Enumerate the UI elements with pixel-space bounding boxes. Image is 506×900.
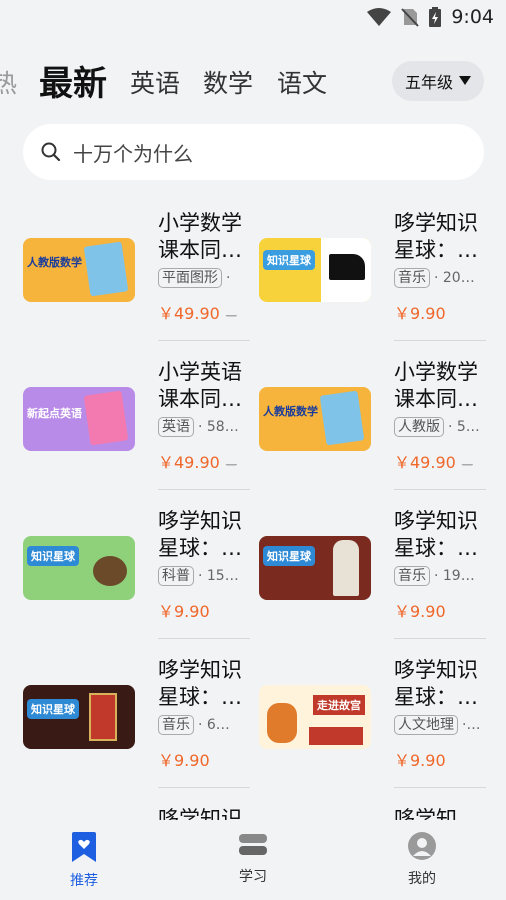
course-title: 哆学知识星球：… [394, 211, 478, 262]
course-title: 哆学知识星球：… [394, 658, 478, 709]
divider [158, 489, 250, 490]
tab-math[interactable]: 数学 [203, 64, 253, 100]
course-card[interactable]: 哆学知 [259, 794, 495, 820]
course-thumbnail: 知识星球 [23, 685, 135, 749]
course-thumbnail: 人教版数学 [259, 387, 371, 451]
course-thumbnail: 知识星球 [23, 536, 135, 600]
course-original-price: — [225, 458, 237, 471]
course-thumbnail: 新起点英语 [23, 387, 135, 451]
course-card[interactable]: 走进故宫 哆学知识星球：… 人文地理 ·… ￥9.90 [259, 645, 495, 793]
divider [158, 638, 250, 639]
course-card[interactable]: 哆学知识 [23, 794, 259, 820]
course-price: ￥9.90 [394, 602, 446, 621]
course-count: · 5… [448, 419, 480, 435]
course-title: 小学数学课本同… [158, 211, 242, 262]
divider [158, 340, 250, 341]
tab-english[interactable]: 英语 [130, 64, 180, 100]
course-tag: 人教版 [394, 417, 444, 437]
course-tag: 人文地理 [394, 715, 458, 735]
status-time: 9:04 [451, 6, 494, 28]
course-count: · 15… [198, 568, 239, 584]
nav-study[interactable]: 学习 [213, 832, 293, 886]
avatar-icon [408, 832, 436, 860]
bookmark-heart-icon [72, 832, 96, 862]
course-card[interactable]: 知识星球 哆学知识星球：… 音乐 · 20… ￥9.90 [259, 198, 495, 346]
course-tag: 音乐 [158, 715, 194, 735]
category-tabs: 热 最新 英语 数学 语文 五年级 [0, 52, 506, 104]
course-count: · 58… [198, 419, 239, 435]
course-card[interactable]: 人教版数学 小学数学课本同… 人教版 · 5… ￥49.90 — [259, 347, 495, 495]
course-original-price: — [225, 309, 237, 322]
nav-study-label: 学习 [239, 869, 267, 885]
course-tag: 音乐 [394, 566, 430, 586]
battery-icon [429, 7, 442, 27]
course-original-price: — [461, 458, 473, 471]
search-bar[interactable]: 十万个为什么 [23, 124, 484, 180]
course-count: · 6… [198, 717, 230, 733]
course-tag: 英语 [158, 417, 194, 437]
nav-recommend-label: 推荐 [70, 873, 98, 889]
course-card[interactable]: 知识星球 哆学知识星球：… 音乐 · 19… ￥9.90 [259, 496, 495, 644]
course-price: ￥9.90 [158, 751, 210, 770]
status-icons: 9:04 [367, 6, 494, 28]
books-icon [239, 834, 267, 855]
course-grid: 人教版数学 小学数学课本同… 平面图形 · ￥49.90 — 知识星球 哆学知识星球… [0, 198, 506, 820]
course-tag: 科普 [158, 566, 194, 586]
course-title: 哆学知识星球：… [158, 509, 242, 560]
nav-profile-label: 我的 [408, 871, 436, 887]
course-title: 哆学知识星球：… [394, 509, 478, 560]
caret-down-icon [459, 76, 471, 85]
tab-chinese[interactable]: 语文 [277, 64, 327, 100]
course-thumbnail: 知识星球 [259, 238, 371, 302]
grade-label: 五年级 [404, 73, 453, 92]
tab-hot[interactable]: 热 [0, 64, 17, 100]
wifi-icon [367, 8, 392, 26]
course-tag: 平面图形 [158, 268, 222, 288]
course-title: 哆学知识 [158, 807, 242, 820]
search-placeholder: 十万个为什么 [73, 141, 193, 166]
course-price: ￥49.90 [394, 453, 456, 472]
nav-profile[interactable]: 我的 [382, 832, 462, 888]
status-bar: 9:04 [0, 0, 506, 34]
tab-latest[interactable]: 最新 [39, 56, 107, 105]
course-price: ￥9.90 [394, 751, 446, 770]
no-sim-icon [401, 8, 420, 27]
course-title: 小学数学课本同… [394, 360, 478, 411]
course-title: 哆学知识星球：… [158, 658, 242, 709]
grade-selector-button[interactable]: 五年级 [392, 61, 484, 101]
course-card[interactable]: 新起点英语 小学英语课本同… 英语 · 58… ￥49.90 — [23, 347, 259, 495]
course-count: · 20… [434, 270, 475, 286]
course-price: ￥9.90 [158, 602, 210, 621]
course-thumbnail: 走进故宫 [259, 685, 371, 749]
course-thumbnail: 人教版数学 [23, 238, 135, 302]
course-card[interactable]: 人教版数学 小学数学课本同… 平面图形 · ￥49.90 — [23, 198, 259, 346]
divider [158, 787, 250, 788]
course-card[interactable]: 知识星球 哆学知识星球：… 科普 · 15… ￥9.90 [23, 496, 259, 644]
bottom-navigation: 推荐 学习 我的 [0, 822, 506, 900]
course-count: · 19… [434, 568, 475, 584]
course-title: 小学英语课本同… [158, 360, 242, 411]
course-count: ·… [462, 717, 481, 733]
course-count: · [226, 270, 231, 286]
search-icon [41, 142, 61, 162]
course-card[interactable]: 知识星球 哆学知识星球：… 音乐 · 6… ￥9.90 [23, 645, 259, 793]
course-price: ￥49.90 [158, 304, 220, 323]
course-tag: 音乐 [394, 268, 430, 288]
nav-recommend[interactable]: 推荐 [44, 832, 124, 890]
course-title: 哆学知 [394, 807, 457, 820]
course-thumbnail: 知识星球 [259, 536, 371, 600]
divider [394, 489, 486, 490]
divider [394, 340, 486, 341]
divider [394, 787, 486, 788]
course-price: ￥9.90 [394, 304, 446, 323]
divider [394, 638, 486, 639]
course-price: ￥49.90 [158, 453, 220, 472]
